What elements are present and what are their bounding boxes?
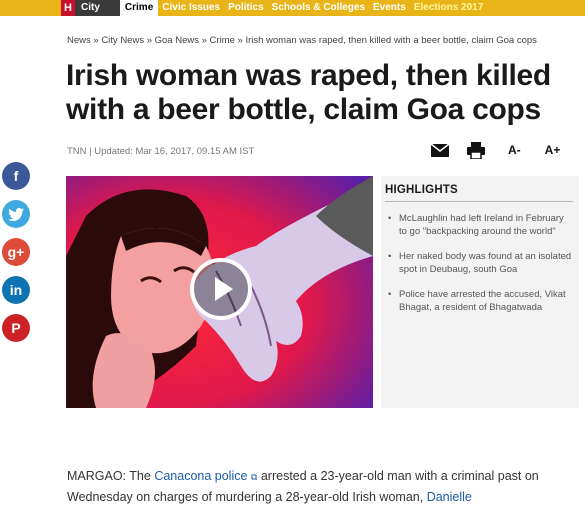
nav-item-politics[interactable]: Politics	[224, 0, 268, 16]
nav-item-civic-issues[interactable]: Civic Issues	[158, 0, 224, 16]
mail-icon[interactable]	[430, 140, 450, 160]
googleplus-icon[interactable]: g+	[2, 238, 30, 266]
danielle-link[interactable]: Danielle	[427, 490, 472, 504]
facebook-icon[interactable]: f	[2, 162, 30, 190]
font-increase-button[interactable]: A+	[545, 140, 561, 160]
linkedin-icon[interactable]: in	[2, 276, 30, 304]
social-share-bar: f g+ in P	[2, 162, 30, 352]
page-title: Irish woman was raped, then killed with …	[66, 59, 551, 126]
highlights-box: HIGHLIGHTS McLaughlin had left Ireland i…	[381, 176, 579, 408]
highlight-item: Her naked body was found at an isolated …	[385, 250, 573, 276]
video-thumbnail[interactable]	[66, 176, 373, 408]
canacona-police-link[interactable]: Canacona police	[154, 469, 247, 483]
print-icon[interactable]	[466, 140, 486, 160]
highlight-item: McLaughlin had left Ireland in February …	[385, 212, 573, 238]
highlights-list: McLaughlin had left Ireland in February …	[385, 212, 573, 314]
pinterest-icon[interactable]: P	[2, 314, 30, 342]
nav-item-schools-colleges[interactable]: Schools & Colleges	[268, 0, 369, 16]
highlights-title: HIGHLIGHTS	[385, 184, 573, 202]
nav-item-events[interactable]: Events	[369, 0, 410, 16]
article-body: MARGAO: The Canacona police ⧉ arrested a…	[67, 466, 567, 507]
play-icon	[214, 277, 233, 301]
twitter-icon[interactable]	[2, 200, 30, 228]
nav-item-crime[interactable]: Crime	[119, 0, 159, 16]
top-nav-bar: H City Crime Civic Issues Politics Schoo…	[0, 0, 585, 16]
article-tools: A- A+	[430, 140, 584, 160]
nav-item-city[interactable]: City	[75, 0, 120, 16]
body-lead: MARGAO: The	[67, 469, 151, 483]
byline: TNN | Updated: Mar 16, 2017, 09.15 AM IS…	[67, 146, 255, 157]
play-button[interactable]	[190, 258, 252, 320]
nav-item-elections[interactable]: Elections 2017	[410, 0, 487, 16]
external-link-icon: ⧉	[250, 472, 258, 482]
breadcrumb[interactable]: News » City News » Goa News » Crime » Ir…	[67, 35, 537, 46]
home-logo[interactable]: H	[61, 0, 75, 16]
highlight-item: Police have arrested the accused, Vikat …	[385, 288, 573, 314]
font-decrease-button[interactable]: A-	[508, 140, 521, 160]
